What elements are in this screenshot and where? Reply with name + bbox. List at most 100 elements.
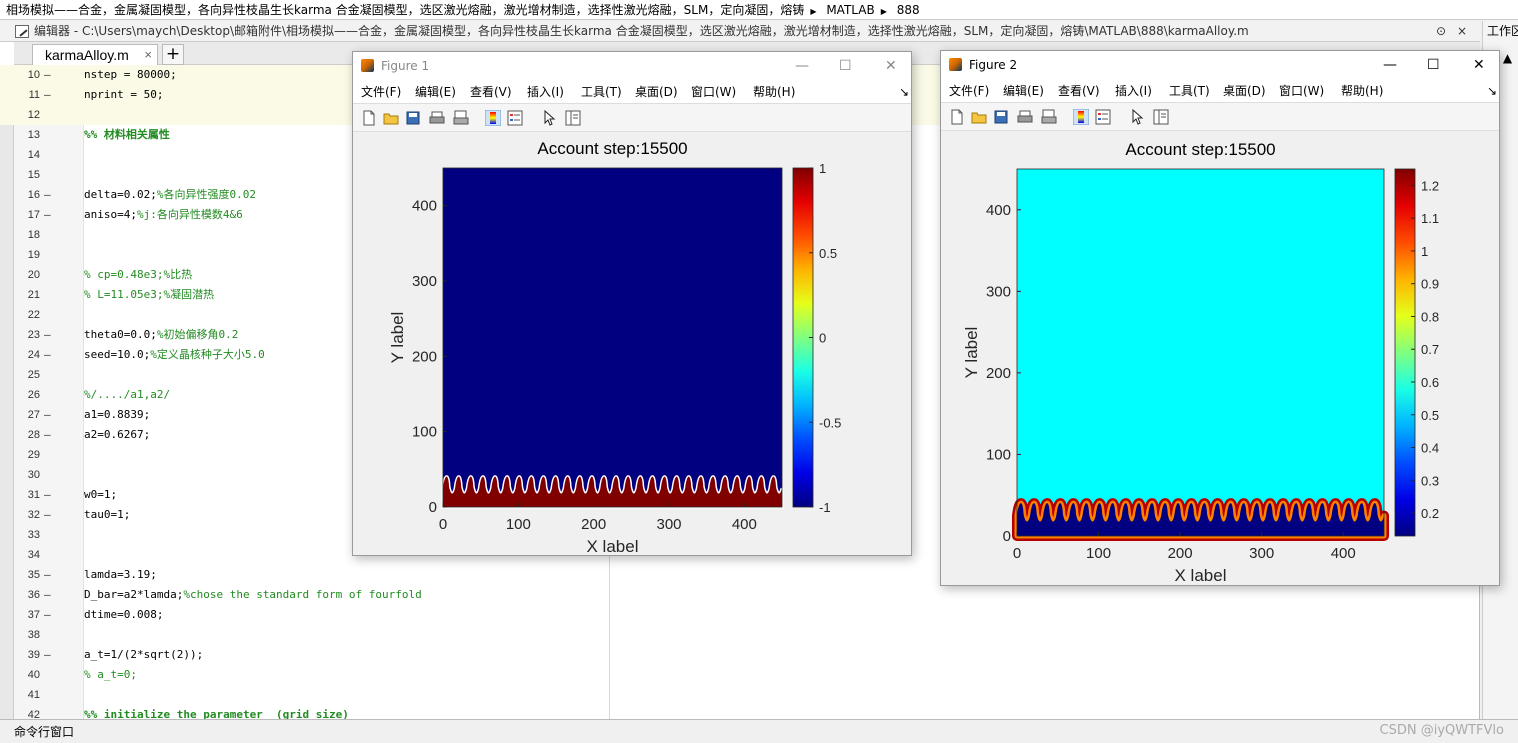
menu-item[interactable]: 文件(F) <box>949 79 989 103</box>
breakpoint-marker[interactable]: – <box>44 345 54 365</box>
menu-item[interactable]: 编辑(E) <box>415 80 456 104</box>
x-tick-label: 100 <box>1086 545 1111 562</box>
pointer-icon[interactable] <box>541 109 557 126</box>
line-number: 20 <box>27 269 40 281</box>
code-token: delta=0.02; <box>84 188 157 201</box>
command-window-bar: 命令行窗口 CSDN @iyQWTFVlo <box>0 719 1518 743</box>
figure-canvas[interactable]: 0 100 200 300 400 0 100 200 300 400 Account step:1… <box>941 131 1499 585</box>
code-token: nstep = 80000; <box>84 68 177 81</box>
colorbar-tick-label: 0.7 <box>1421 342 1439 357</box>
colorbar-tick-label: 0.2 <box>1421 506 1439 521</box>
breakpoint-marker[interactable]: – <box>44 325 54 345</box>
close-button[interactable]: ✕ <box>885 52 897 80</box>
code-line[interactable]: 41 <box>0 685 1440 705</box>
breakpoint-marker[interactable]: – <box>44 205 54 225</box>
breakpoint-marker[interactable]: – <box>44 65 54 85</box>
menu-item[interactable]: 窗口(W) <box>1279 79 1324 103</box>
figure-canvas[interactable]: 0 100 200 300 400 0 100 200 300 400 Account step:1… <box>353 132 911 556</box>
code-line[interactable]: 39– a_t=1/(2*sqrt(2)); <box>0 645 1440 665</box>
editor-close-icon[interactable]: × <box>1457 21 1467 41</box>
colorbar-icon[interactable] <box>1072 108 1090 126</box>
new-file-icon[interactable] <box>361 110 377 126</box>
breadcrumb-item[interactable]: 相场模拟——合金，金属凝固模型，各向异性枝晶生长karma 合金凝固模型，选区激… <box>6 3 804 17</box>
line-number: 30 <box>27 469 40 481</box>
save-icon[interactable] <box>993 109 1009 125</box>
code-text: % L=11.05e3;%凝固潜热 <box>84 285 214 305</box>
print-icon[interactable] <box>429 110 445 126</box>
maximize-button[interactable]: ☐ <box>839 52 852 80</box>
menu-item[interactable]: 帮助(H) <box>1341 79 1383 103</box>
breakpoint-marker[interactable]: – <box>44 405 54 425</box>
breadcrumb-item[interactable]: MATLAB <box>826 3 874 17</box>
menu-item[interactable]: 查看(V) <box>470 80 512 104</box>
breakpoint-marker[interactable]: – <box>44 645 54 665</box>
workspace-title[interactable]: 工作区 <box>1487 21 1518 41</box>
menu-item[interactable]: 编辑(E) <box>1003 79 1044 103</box>
code-line[interactable]: 42 %% initialize the parameter (grid size… <box>0 705 1440 720</box>
print-icon[interactable] <box>1017 109 1033 125</box>
print-preview-icon[interactable] <box>453 110 469 126</box>
menu-item[interactable]: 窗口(W) <box>691 80 736 104</box>
minimize-button[interactable]: — <box>1383 51 1397 79</box>
breakpoint-marker[interactable]: – <box>44 605 54 625</box>
breakpoint-marker[interactable]: – <box>44 585 54 605</box>
code-token: a1=0.8839; <box>84 408 151 421</box>
line-number: 11 <box>28 89 40 101</box>
code-line[interactable]: 40 % a_t=0; <box>0 665 1440 685</box>
figure-1-window[interactable]: Figure 1 — ☐ ✕ 文件(F) 编辑(E) 查看(V) 插入(I) 工具(T) 桌面(D… <box>352 51 912 556</box>
figure-2-window[interactable]: Figure 2 — ☐ ✕ 文件(F) 编辑(E) 查看(V) 插入(I) 工具(T) 桌面(D… <box>940 50 1500 586</box>
line-number: 32 <box>27 509 40 521</box>
watermark: CSDN @iyQWTFVlo <box>1379 723 1504 738</box>
open-folder-icon[interactable] <box>383 110 399 126</box>
menu-item[interactable]: 文件(F) <box>361 80 401 104</box>
property-inspector-icon[interactable] <box>565 110 581 126</box>
command-window-label[interactable]: 命令行窗口 <box>14 723 74 741</box>
add-tab-button[interactable]: + <box>162 44 184 65</box>
menu-item[interactable]: 插入(I) <box>1115 79 1152 103</box>
colorbar-tick-label: 1.1 <box>1421 211 1439 226</box>
menu-item[interactable]: 工具(T) <box>581 80 622 104</box>
legend-icon[interactable] <box>1095 109 1111 125</box>
menu-item[interactable]: 工具(T) <box>1169 79 1210 103</box>
breakpoint-marker[interactable]: – <box>44 565 54 585</box>
code-line[interactable]: 36– D_bar=a2*lamda;%chose the standard fo… <box>0 585 1440 605</box>
breakpoint-marker[interactable]: – <box>44 85 54 105</box>
maximize-button[interactable]: ☐ <box>1427 51 1440 79</box>
menu-item[interactable]: 查看(V) <box>1058 79 1100 103</box>
open-folder-icon[interactable] <box>971 109 987 125</box>
line-number: 12 <box>27 109 40 121</box>
editor-options-icon[interactable]: ⊙ <box>1436 21 1446 41</box>
breakpoint-marker[interactable]: – <box>44 505 54 525</box>
breakpoint-marker[interactable]: – <box>44 485 54 505</box>
y-tick-label: 0 <box>429 499 437 516</box>
save-icon[interactable] <box>405 110 421 126</box>
new-file-icon[interactable] <box>949 109 965 125</box>
property-inspector-icon[interactable] <box>1153 109 1169 125</box>
menu-item[interactable]: 插入(I) <box>527 80 564 104</box>
print-preview-icon[interactable] <box>1041 109 1057 125</box>
code-comment: %/..../a1,a2/ <box>84 388 171 401</box>
line-number: 40 <box>27 669 40 681</box>
menu-overflow-icon[interactable]: ↘ <box>1487 79 1497 103</box>
menu-item[interactable]: 桌面(D) <box>635 80 678 104</box>
y-tick-label: 0 <box>1003 528 1011 545</box>
tab-karmaalloy[interactable]: karmaAlloy.m × <box>32 44 158 65</box>
legend-icon[interactable] <box>507 110 523 126</box>
x-tick-label: 200 <box>1168 545 1193 562</box>
tab-close-icon[interactable]: × <box>144 45 152 65</box>
breadcrumb-item[interactable]: 888 <box>897 3 920 17</box>
minimize-button[interactable]: — <box>795 52 809 80</box>
code-text: theta0=0.0;%初始偏移角0.2 <box>84 325 238 345</box>
pointer-icon[interactable] <box>1129 108 1145 125</box>
code-line[interactable]: 38 <box>0 625 1440 645</box>
close-button[interactable]: ✕ <box>1473 51 1485 79</box>
colorbar-icon[interactable] <box>484 109 502 127</box>
breakpoint-marker[interactable]: – <box>44 425 54 445</box>
colorbar-tick-label: 1 <box>819 161 826 176</box>
breakpoint-marker[interactable]: – <box>44 185 54 205</box>
code-line[interactable]: 37– dtime=0.008; <box>0 605 1440 625</box>
code-token: D_bar=a2*lamda; <box>84 588 184 601</box>
menu-overflow-icon[interactable]: ↘ <box>899 80 909 104</box>
menu-item[interactable]: 桌面(D) <box>1223 79 1266 103</box>
menu-item[interactable]: 帮助(H) <box>753 80 795 104</box>
